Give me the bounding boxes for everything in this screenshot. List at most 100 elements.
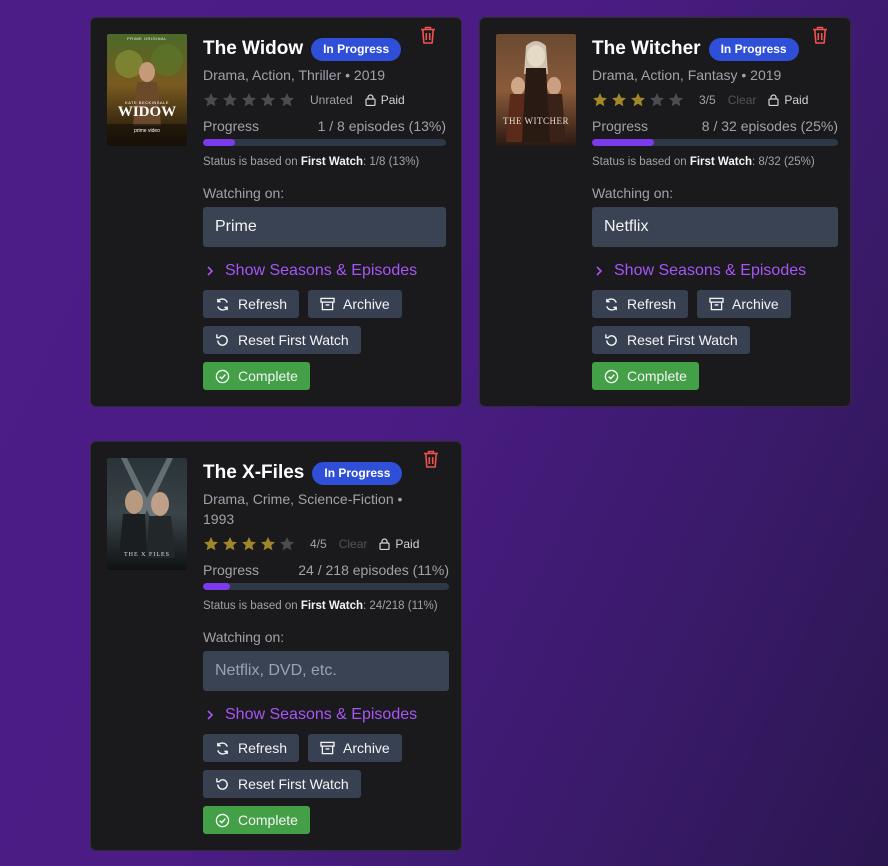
status-badge: In Progress (311, 37, 402, 61)
show-seasons-toggle[interactable]: Show Seasons & Episodes (203, 262, 446, 280)
progress-bar (203, 139, 446, 146)
paid-label: Paid (395, 537, 420, 551)
progress-label: Progress (203, 118, 260, 134)
show-seasons-label: Show Seasons & Episodes (225, 262, 418, 279)
watching-label: Watching on: (592, 185, 674, 201)
rating-text: 4/5 (310, 537, 327, 551)
refresh-icon (217, 297, 228, 311)
star-icon[interactable] (222, 92, 238, 108)
genres-year: Drama, Crime, Science-Fiction • 1993 (203, 491, 403, 527)
star-icon[interactable] (260, 92, 276, 108)
paid-indicator[interactable]: Paid (768, 93, 808, 107)
archive-button[interactable]: Archive (308, 734, 402, 762)
paid-label: Paid (380, 93, 405, 107)
watching-label: Watching on: (203, 185, 285, 201)
rating-row: 3/5 Clear Paid (592, 92, 838, 108)
reset-first-watch-label: Reset First Watch (238, 332, 349, 348)
progress-bar-fill (203, 583, 231, 590)
poster-image: THE X FILES (107, 458, 187, 570)
poster-image: PRIME ORIGINAL KATE BECKINSALE WIDOW pri… (107, 34, 187, 146)
reset-first-watch-button[interactable]: Reset First Watch (592, 326, 750, 354)
progress-label: Progress (203, 562, 260, 578)
archive-icon (320, 297, 335, 311)
star-rating[interactable] (203, 92, 298, 108)
star-icon[interactable] (203, 536, 219, 552)
star-icon[interactable] (260, 536, 276, 552)
star-icon[interactable] (241, 536, 257, 552)
refresh-label: Refresh (238, 740, 288, 756)
refresh-button[interactable]: Refresh (592, 290, 689, 318)
star-rating[interactable] (203, 536, 298, 552)
refresh-label: Refresh (238, 296, 288, 312)
star-icon[interactable] (611, 92, 627, 108)
clear-rating-button[interactable]: Clear (728, 93, 757, 107)
star-icon[interactable] (668, 92, 684, 108)
paid-label: Paid (784, 93, 809, 107)
poster-caption-top: PRIME ORIGINAL (127, 36, 167, 41)
show-card: PRIME ORIGINAL KATE BECKINSALE WIDOW pri… (90, 17, 462, 407)
refresh-icon (217, 741, 228, 755)
status-prefix: Status is based on (203, 600, 301, 612)
archive-icon (320, 741, 335, 755)
star-icon[interactable] (592, 92, 608, 108)
watching-label: Watching on: (203, 629, 285, 645)
show-card: THE X FILES The X-Files In Progress Dram… (90, 441, 462, 851)
refresh-button[interactable]: Refresh (203, 734, 300, 762)
archive-icon (709, 297, 724, 311)
rating-text: 3/5 (699, 93, 716, 107)
show-seasons-toggle[interactable]: Show Seasons & Episodes (203, 706, 449, 724)
reset-first-watch-button[interactable]: Reset First Watch (203, 770, 361, 798)
check-circle-icon (604, 369, 619, 383)
star-icon[interactable] (241, 92, 257, 108)
check-circle-icon (215, 813, 230, 827)
trash-icon[interactable] (422, 449, 440, 469)
star-icon[interactable] (279, 536, 295, 552)
status-basis: First Watch (689, 156, 753, 168)
poster-image: THE WITCHER (496, 34, 576, 146)
archive-label: Archive (732, 296, 779, 312)
watching-on-input[interactable] (592, 207, 838, 247)
lock-icon (768, 94, 779, 106)
complete-button[interactable]: Complete (203, 362, 310, 390)
complete-button[interactable]: Complete (203, 806, 310, 834)
progress-text: 8 / 32 episodes (25%) (701, 118, 838, 134)
star-icon[interactable] (279, 92, 295, 108)
refresh-button[interactable]: Refresh (203, 290, 300, 318)
archive-button[interactable]: Archive (308, 290, 402, 318)
archive-label: Archive (343, 296, 390, 312)
star-icon[interactable] (630, 92, 646, 108)
reset-first-watch-label: Reset First Watch (627, 332, 738, 348)
trash-icon[interactable] (419, 25, 437, 45)
watching-on-input[interactable] (203, 207, 446, 247)
status-value: : 24/218 (11%) (363, 600, 438, 612)
refresh-icon (606, 297, 617, 311)
star-icon[interactable] (203, 92, 219, 108)
show-seasons-toggle[interactable]: Show Seasons & Episodes (592, 262, 838, 280)
progress-label: Progress (592, 118, 649, 134)
star-rating[interactable] (592, 92, 687, 108)
reset-first-watch-button[interactable]: Reset First Watch (203, 326, 361, 354)
reset-first-watch-label: Reset First Watch (238, 776, 349, 792)
progress-bar-fill (203, 139, 235, 146)
complete-label: Complete (238, 368, 298, 384)
trash-icon[interactable] (811, 25, 829, 45)
paid-indicator[interactable]: Paid (379, 537, 419, 551)
chevron-right-icon (596, 266, 603, 276)
progress-bar (203, 583, 449, 590)
clear-rating-button[interactable]: Clear (339, 537, 368, 551)
show-title: The X-Files (203, 462, 305, 483)
complete-button[interactable]: Complete (592, 362, 699, 390)
star-icon[interactable] (649, 92, 665, 108)
watching-on-input[interactable] (203, 651, 449, 691)
archive-button[interactable]: Archive (697, 290, 791, 318)
status-badge: In Progress (312, 461, 403, 485)
paid-indicator[interactable]: Paid (365, 93, 405, 107)
check-circle-icon (215, 369, 230, 383)
status-basis: First Watch (300, 600, 364, 612)
progress-bar (592, 139, 838, 146)
rating-row: Unrated Paid (203, 92, 446, 108)
star-icon[interactable] (222, 536, 238, 552)
poster-caption-big: THE WITCHER (502, 116, 570, 126)
show-title: The Witcher (592, 38, 701, 59)
refresh-label: Refresh (627, 296, 677, 312)
